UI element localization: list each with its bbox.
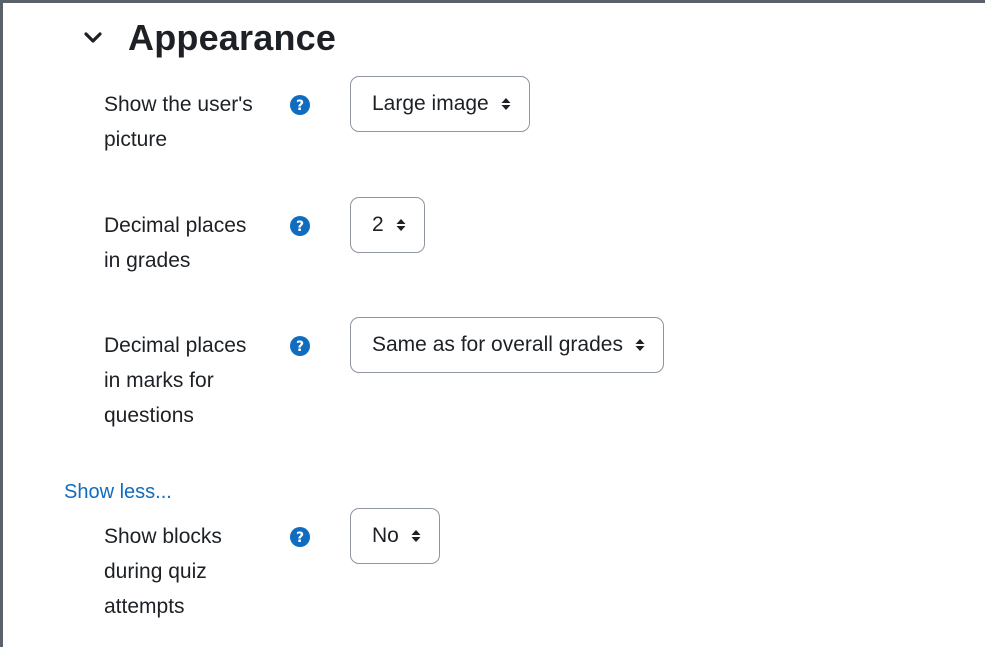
sort-caret-icon bbox=[411, 530, 421, 542]
sort-caret-icon bbox=[396, 219, 406, 231]
label-line: during quiz bbox=[104, 560, 207, 583]
select-value: 2 bbox=[372, 213, 384, 236]
svg-text:?: ? bbox=[296, 98, 304, 114]
question-circle-icon[interactable]: ? bbox=[289, 335, 311, 357]
section-title: Appearance bbox=[128, 17, 337, 58]
decimal-grades-select[interactable]: 2 bbox=[350, 197, 425, 253]
label-line: attempts bbox=[104, 595, 185, 618]
select-value: No bbox=[372, 524, 399, 547]
question-circle-icon[interactable]: ? bbox=[289, 215, 311, 237]
sort-caret-icon bbox=[501, 98, 511, 110]
label-line: Show blocks bbox=[104, 525, 222, 548]
setting-label-decimal-question-marks: Decimal places in marks for questions bbox=[104, 328, 274, 433]
decimal-question-marks-select[interactable]: Same as for overall grades bbox=[350, 317, 664, 373]
question-circle-icon[interactable]: ? bbox=[289, 526, 311, 548]
chevron-down-icon bbox=[84, 32, 102, 43]
window-top-border bbox=[0, 0, 985, 3]
select-value: Same as for overall grades bbox=[372, 333, 623, 356]
section-toggle-appearance[interactable]: Appearance bbox=[84, 18, 336, 58]
setting-label-user-picture: Show the user's picture bbox=[104, 87, 274, 157]
window-left-border bbox=[0, 0, 3, 647]
label-line: questions bbox=[104, 404, 194, 427]
label-line: in grades bbox=[104, 249, 191, 272]
svg-text:?: ? bbox=[296, 219, 304, 235]
label-line: picture bbox=[104, 128, 168, 151]
question-circle-icon[interactable]: ? bbox=[289, 94, 311, 116]
show-less-link[interactable]: Show less... bbox=[64, 478, 172, 506]
setting-label-decimal-grades: Decimal places in grades bbox=[104, 208, 274, 278]
user-picture-select[interactable]: Large image bbox=[350, 76, 530, 132]
select-value: Large image bbox=[372, 92, 489, 115]
label-line: in marks for bbox=[104, 369, 214, 392]
label-line: Show the user's bbox=[104, 93, 253, 116]
svg-text:?: ? bbox=[296, 530, 304, 546]
label-line: Decimal places bbox=[104, 214, 247, 237]
label-line: Decimal places bbox=[104, 334, 247, 357]
show-blocks-select[interactable]: No bbox=[350, 508, 440, 564]
sort-caret-icon bbox=[635, 339, 645, 351]
setting-label-show-blocks: Show blocks during quiz attempts bbox=[104, 519, 274, 624]
svg-text:?: ? bbox=[296, 339, 304, 355]
